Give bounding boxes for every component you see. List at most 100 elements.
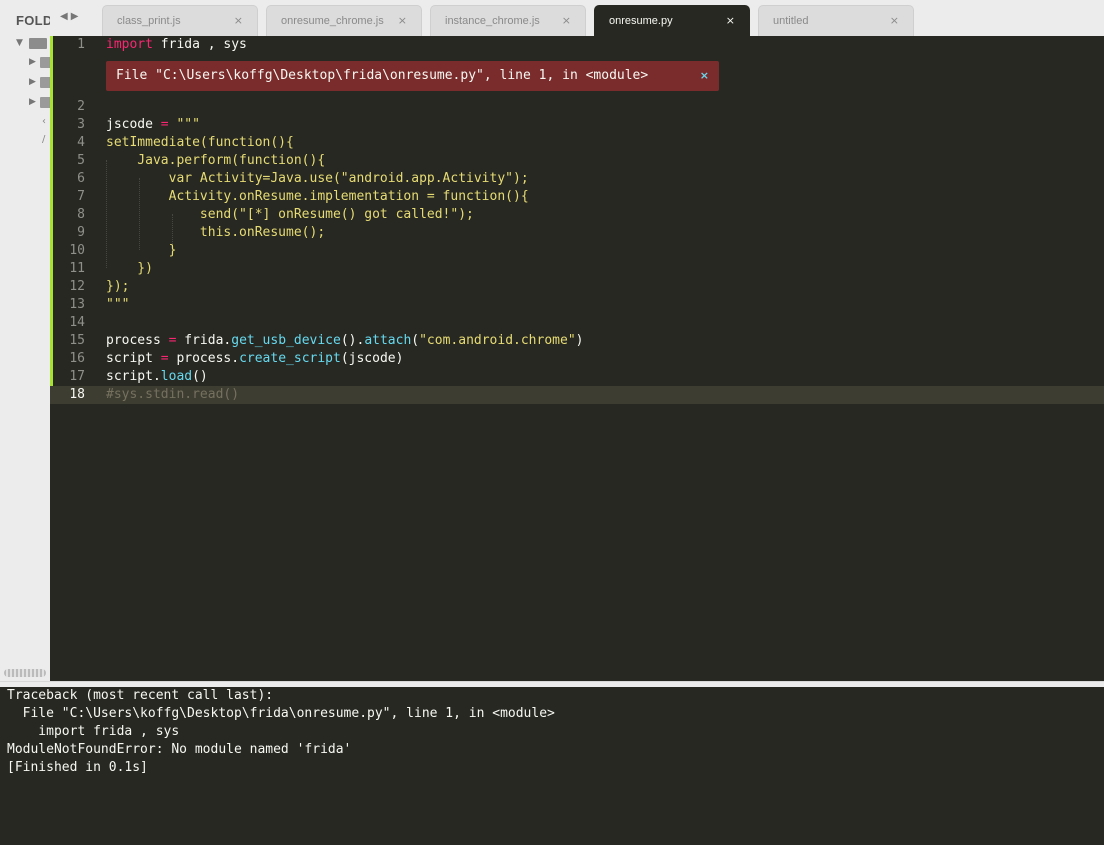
code-token: process. — [168, 351, 240, 366]
chevron-down-icon[interactable]: ▼ — [16, 38, 23, 48]
code-line[interactable]: 4 setImmediate(function(){ — [50, 134, 1104, 152]
line-number: 10 — [69, 243, 85, 258]
code-line[interactable]: 7 Activity.onResume.implementation = fun… — [50, 188, 1104, 206]
code-line[interactable]: 5 Java.perform(function(){ — [50, 152, 1104, 170]
code-token: script. — [106, 369, 161, 384]
code-token: }) — [106, 261, 153, 276]
error-phantom: File "C:\Users\koffg\Desktop\frida\onres… — [106, 61, 719, 91]
code-text: process = frida.get_usb_device().attach(… — [106, 332, 583, 350]
code-token: }); — [106, 279, 130, 294]
code-editor[interactable]: 1 import frida , sys 2 3 jscode = """ 4 setImm… — [50, 36, 1104, 681]
code-line[interactable]: 12}); — [50, 278, 1104, 296]
tab-onresume-py[interactable]: onresume.py × — [594, 5, 750, 36]
tab-label: instance_chrome.js — [445, 15, 540, 27]
code-text: """ — [106, 296, 129, 314]
code-token: jscode — [106, 117, 161, 132]
code-text: } — [106, 242, 177, 260]
chevron-right-icon[interactable]: ▶ — [29, 57, 36, 67]
folder-icon[interactable] — [40, 97, 50, 108]
folder-icon[interactable] — [40, 57, 50, 68]
tab-onresume-chrome[interactable]: onresume_chrome.js × — [266, 5, 422, 36]
code-line[interactable]: 9 this.onResume(); — [50, 224, 1104, 242]
tab-label: onresume.py — [609, 15, 673, 27]
code-text: Java.perform(function(){ — [106, 152, 325, 170]
code-line[interactable]: 18 #sys.stdin.read() — [50, 386, 1104, 404]
code-token: """ — [106, 297, 130, 312]
file-icon[interactable]: / — [42, 134, 45, 145]
close-icon[interactable]: × — [890, 14, 899, 27]
line-number: 11 — [69, 261, 85, 276]
file-code-icon[interactable]: ‹ — [42, 116, 46, 127]
code-text: }); — [106, 278, 129, 296]
output-line: ModuleNotFoundError: No module named 'fr… — [7, 742, 352, 757]
code-line[interactable]: 6 var Activity=Java.use("android.app.Act… — [50, 170, 1104, 188]
code-token: #sys.stdin.read() — [106, 387, 240, 402]
code-token: import — [106, 37, 153, 52]
code-line[interactable]: 14 — [50, 314, 1104, 332]
line-number: 4 — [77, 135, 85, 150]
code-token: = — [160, 351, 169, 366]
code-token: frida. — [176, 333, 232, 348]
line-number: 12 — [69, 279, 85, 294]
close-icon[interactable]: × — [726, 14, 735, 27]
tab-instance-chrome[interactable]: instance_chrome.js × — [430, 5, 586, 36]
code-text: script.load() — [106, 368, 208, 386]
tab-label: onresume_chrome.js — [281, 15, 384, 27]
code-line[interactable]: 16 script = process.create_script(jscode) — [50, 350, 1104, 368]
code-text: script = process.create_script(jscode) — [106, 350, 403, 368]
code-token: var Activity=Java.use("android.app.Activ… — [106, 171, 529, 186]
code-line[interactable]: 10 } — [50, 242, 1104, 260]
code-text: jscode = """ — [106, 116, 200, 134]
code-line[interactable]: 3 jscode = """ — [50, 116, 1104, 134]
code-line[interactable]: 17 script.load() — [50, 368, 1104, 386]
tab-untitled[interactable]: untitled × — [758, 5, 914, 36]
close-icon[interactable]: × — [700, 68, 709, 84]
code-token: } — [106, 243, 177, 258]
code-token: Activity.onResume.implementation = funct… — [106, 189, 529, 204]
code-text: #sys.stdin.read() — [106, 386, 239, 404]
code-token: (jscode) — [340, 351, 404, 366]
line-number: 16 — [69, 351, 85, 366]
tab-forward-icon[interactable]: ▶ — [71, 11, 82, 22]
line-number: 14 — [69, 315, 85, 330]
code-text: Activity.onResume.implementation = funct… — [106, 188, 529, 206]
code-token: ( — [411, 333, 420, 348]
output-line: Traceback (most recent call last): — [7, 688, 274, 703]
chevron-right-icon[interactable]: ▶ — [29, 77, 36, 87]
close-icon[interactable]: × — [234, 14, 243, 27]
tab-nav-arrows[interactable]: ◀▶ — [60, 11, 81, 22]
build-output-panel[interactable]: Traceback (most recent call last): File … — [0, 687, 1104, 845]
code-line[interactable]: 8 send("[*] onResume() got called!"); — [50, 206, 1104, 224]
code-line[interactable]: 2 — [50, 98, 1104, 116]
code-token: frida , sys — [152, 37, 247, 52]
line-number: 1 — [77, 37, 85, 52]
code-token: ) — [575, 333, 584, 348]
folder-icon[interactable] — [40, 77, 50, 88]
code-token: setImmediate(function(){ — [106, 135, 294, 150]
sidebar-resize-handle[interactable] — [4, 669, 46, 677]
output-line: File "C:\Users\koffg\Desktop\frida\onres… — [7, 706, 555, 721]
code-text: import frida , sys — [106, 36, 247, 54]
code-token: (). — [340, 333, 365, 348]
code-text: setImmediate(function(){ — [106, 134, 294, 152]
code-line[interactable]: 1 import frida , sys — [50, 36, 1104, 54]
tab-class-print[interactable]: class_print.js × — [102, 5, 258, 36]
line-number: 8 — [77, 207, 85, 222]
code-text: var Activity=Java.use("android.app.Activ… — [106, 170, 529, 188]
close-icon[interactable]: × — [562, 14, 571, 27]
tab-back-icon[interactable]: ◀ — [60, 11, 71, 22]
code-line[interactable]: 13 """ — [50, 296, 1104, 314]
line-number: 18 — [69, 387, 85, 402]
code-line[interactable]: 11 }) — [50, 260, 1104, 278]
code-line[interactable]: 15 process = frida.get_usb_device().attac… — [50, 332, 1104, 350]
chevron-right-icon[interactable]: ▶ — [29, 97, 36, 107]
code-token: send("[*] onResume() got called!"); — [106, 207, 474, 222]
code-token: Java.perform(function(){ — [106, 153, 326, 168]
close-icon[interactable]: × — [398, 14, 407, 27]
folder-open-icon[interactable] — [29, 38, 47, 49]
code-token: script — [106, 351, 161, 366]
code-text: }) — [106, 260, 153, 278]
code-token: create_script — [239, 351, 341, 366]
tab-label: untitled — [773, 15, 809, 27]
code-text: send("[*] onResume() got called!"); — [106, 206, 474, 224]
